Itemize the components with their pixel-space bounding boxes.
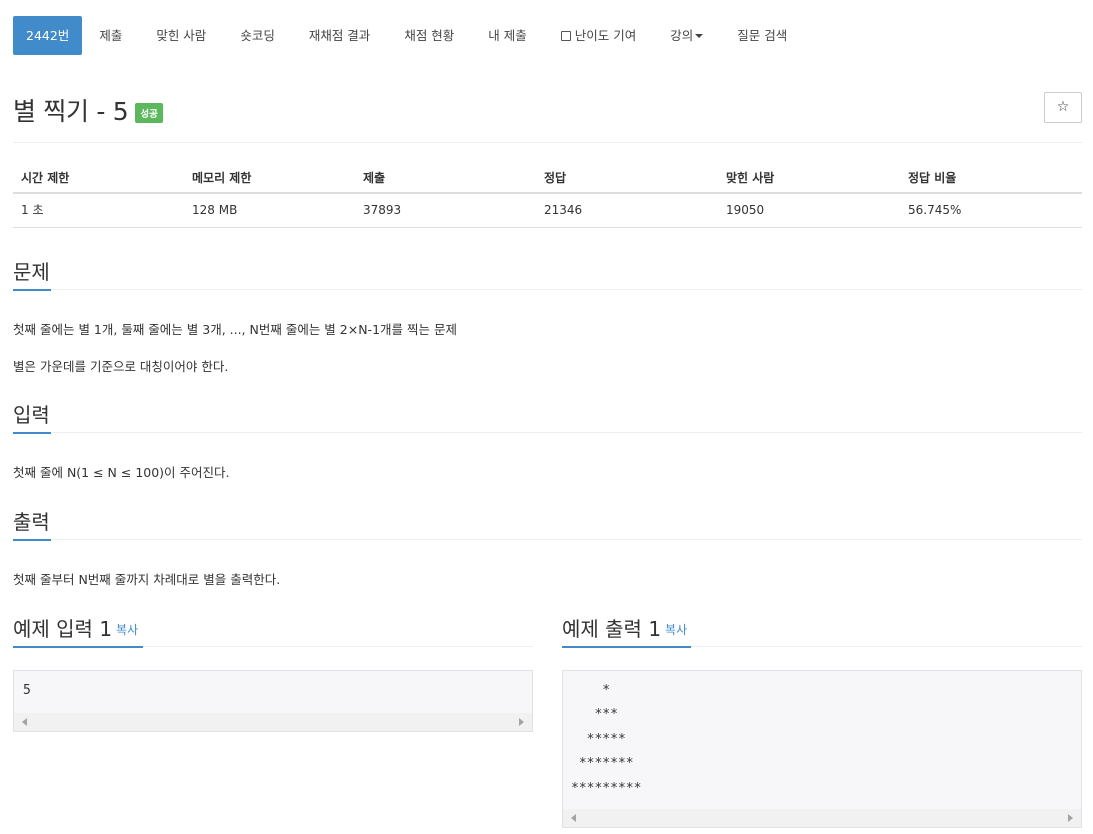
copy-sample-output-link[interactable]: 복사 <box>665 623 687 637</box>
scroll-left-icon[interactable] <box>22 718 27 726</box>
scroll-right-icon[interactable] <box>1068 814 1073 822</box>
info-header-cell: 맞힌 사람 <box>726 171 775 185</box>
tab-lectures-label: 강의 <box>670 28 694 43</box>
section-underline <box>13 432 1082 434</box>
caret-down-icon <box>695 34 704 38</box>
info-header-row: 시간 제한 메모리 제한 제출 정답 맞힌 사람 정답 비율 <box>13 163 1082 194</box>
info-value-cell: 56.745% <box>908 203 962 217</box>
problem-section-heading: 문제 <box>13 260 50 284</box>
problem-description: 첫째 줄에는 별 1개, 둘째 줄에는 별 3개, ..., N번째 줄에는 별… <box>13 322 457 337</box>
section-underline <box>13 289 1082 291</box>
output-description: 첫째 줄부터 N번째 줄까지 차례대로 별을 출력한다. <box>13 572 281 587</box>
tab-difficulty-contribution[interactable]: 난이도 기여 <box>544 16 653 55</box>
sample-input-title: 예제 입력 1 <box>13 617 113 641</box>
info-value-cell: 128 MB <box>192 203 238 217</box>
section-underline <box>562 646 1082 648</box>
info-value-row: 1 초 128 MB 37893 21346 19050 56.745% <box>13 194 1082 227</box>
sample-output-box: * *** ***** ******* ********* <box>562 670 1082 828</box>
info-header-cell: 메모리 제한 <box>192 171 252 185</box>
tab-judge-status[interactable]: 채점 현황 <box>387 16 471 55</box>
sample-output-title: 예제 출력 1 <box>562 617 662 641</box>
tab-problem[interactable]: 2442번 <box>13 16 83 55</box>
tab-solved-users[interactable]: 맞힌 사람 <box>139 16 223 55</box>
info-value-cell: 37893 <box>363 203 402 217</box>
table-bottom-divider <box>13 227 1082 228</box>
tab-lectures[interactable]: 강의 <box>653 16 720 55</box>
problem-nav-tabs: 2442번 제출 맞힌 사람 숏코딩 재채점 결과 채점 현황 내 제출 난이도… <box>13 16 804 55</box>
problem-description: 별은 가운데를 기준으로 대칭이어야 한다. <box>13 359 229 374</box>
tab-question-search[interactable]: 질문 검색 <box>720 16 804 55</box>
input-section-heading: 입력 <box>13 403 50 427</box>
horizontal-scrollbar[interactable] <box>563 809 1081 827</box>
info-header-cell: 제출 <box>363 171 386 185</box>
title-divider <box>13 142 1082 143</box>
page-title: 별 찍기 - 5 <box>13 97 129 126</box>
tab-short-coding[interactable]: 숏코딩 <box>223 16 292 55</box>
section-underline <box>13 646 533 648</box>
info-header-cell: 시간 제한 <box>21 171 70 185</box>
sample-output-text: * *** ***** ******* ********* <box>571 683 642 796</box>
section-underline <box>13 539 1082 541</box>
problem-info-table: 시간 제한 메모리 제한 제출 정답 맞힌 사람 정답 비율 1 초 128 M… <box>13 163 1082 227</box>
sample-input-text: 5 <box>23 683 31 698</box>
scroll-left-icon[interactable] <box>571 814 576 822</box>
status-badge: 성공 <box>135 103 163 123</box>
info-header-cell: 정답 비율 <box>908 171 957 185</box>
info-header-cell: 정답 <box>544 171 567 185</box>
tab-my-submissions[interactable]: 내 제출 <box>471 16 543 55</box>
scroll-right-icon[interactable] <box>519 718 524 726</box>
tab-submit[interactable]: 제출 <box>82 16 139 55</box>
sample-input-box: 5 <box>13 670 533 732</box>
problem-header: 별 찍기 - 5 성공 <box>13 92 163 128</box>
info-value-cell: 1 초 <box>21 203 44 217</box>
copy-sample-input-link[interactable]: 복사 <box>116 623 138 637</box>
output-section-heading: 출력 <box>13 510 50 534</box>
favorite-star-button[interactable]: ☆ <box>1044 92 1082 123</box>
input-description: 첫째 줄에 N(1 ≤ N ≤ 100)이 주어진다. <box>13 465 230 480</box>
star-icon: ☆ <box>1056 99 1070 115</box>
tab-difficulty-label: 난이도 기여 <box>574 28 637 43</box>
info-value-cell: 21346 <box>544 203 583 217</box>
sample-output-heading: 예제 출력 1 복사 <box>562 613 687 642</box>
sample-input-heading: 예제 입력 1 복사 <box>13 613 138 642</box>
info-value-cell: 19050 <box>726 203 765 217</box>
horizontal-scrollbar[interactable] <box>14 713 532 731</box>
external-link-icon <box>560 31 571 41</box>
tab-rejudge-results[interactable]: 재채점 결과 <box>292 16 387 55</box>
